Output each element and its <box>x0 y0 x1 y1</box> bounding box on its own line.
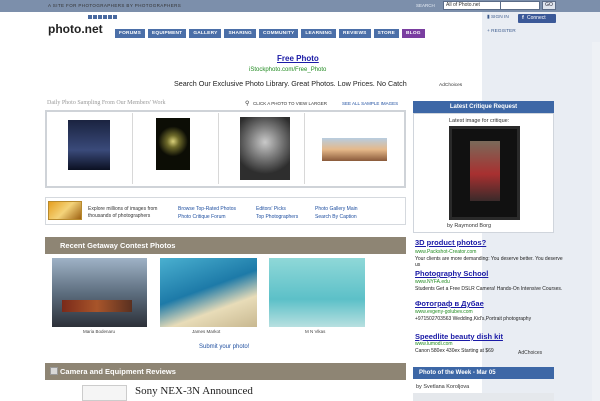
register-label: REGISTER <box>491 29 516 34</box>
critique-author[interactable]: by Raymond Borg <box>447 223 491 229</box>
editors-picks-link[interactable]: Editors' Picks <box>256 206 286 212</box>
camera-reviews-header: Camera and Equipment Reviews <box>45 363 406 380</box>
nav-community[interactable]: COMMUNITY <box>259 29 299 38</box>
search-input[interactable] <box>500 1 540 10</box>
text-ad-title[interactable]: Фотограф в Дубае <box>415 299 484 308</box>
getaway-caption: James Markot <box>192 329 221 334</box>
text-ad-url[interactable]: www.evgeny-golubev.com <box>415 309 473 315</box>
nav-learning[interactable]: LEARNING <box>301 29 337 38</box>
explore-image <box>48 201 82 220</box>
scrollbar[interactable] <box>592 42 600 401</box>
text-ad-url[interactable]: www.lumodi.com <box>415 341 453 347</box>
critique-forum-link[interactable]: Photo Critique Forum <box>178 214 226 220</box>
getaway-caption: Maria Bodenaru <box>83 329 116 334</box>
getaway-header: Recent Getaway Contest Photos <box>45 237 406 254</box>
daily-sampling-title: Daily Photo Sampling From Our Members' W… <box>47 100 166 106</box>
nav-reviews[interactable]: REVIEWS <box>339 29 371 38</box>
nav-store[interactable]: STORE <box>373 29 400 38</box>
site-logo[interactable]: photo.net <box>48 22 103 36</box>
search-caption-link[interactable]: Search By Caption <box>315 214 357 220</box>
search-label: SEARCH <box>416 3 435 8</box>
click-larger-hint: CLICK A PHOTO TO VIEW LARGER <box>253 101 328 106</box>
register-link[interactable]: + REGISTER <box>487 29 516 34</box>
see-all-samples-link[interactable]: SEE ALL SAMPLE IMAGES <box>342 101 398 106</box>
critique-photo[interactable] <box>449 126 520 220</box>
top-photographers-link[interactable]: Top Photographers <box>256 214 298 220</box>
gallery-photo[interactable] <box>240 117 290 180</box>
sign-in-label: SIGN IN <box>490 15 509 20</box>
logo-squares-icon <box>88 15 117 19</box>
getaway-photo[interactable] <box>160 258 257 327</box>
search-scope-value: All of Photo.net <box>446 2 480 8</box>
text-ad-title[interactable]: Speedlite beauty dish kit <box>415 332 503 341</box>
magnifier-icon: ⚲ <box>245 101 250 107</box>
tagline: A SITE FOR PHOTOGRAPHERS BY PHOTOGRAPHER… <box>48 3 182 8</box>
explore-text: Explore millions of images from thousand… <box>88 206 158 219</box>
nav-blog[interactable]: BLOG <box>402 29 425 38</box>
text-ad-url[interactable]: www.NYFA.edu <box>415 279 450 285</box>
go-button[interactable]: GO <box>542 1 556 10</box>
nav-equipment[interactable]: EQUIPMENT <box>148 29 187 38</box>
getaway-photo[interactable] <box>52 258 147 327</box>
article-title[interactable]: Sony NEX-3N Announced <box>135 385 253 397</box>
nav-sharing[interactable]: SHARING <box>224 29 256 38</box>
ad-url[interactable]: iStockphoto.com/Free_Photo <box>249 67 326 73</box>
sign-in-link[interactable]: ▮ SIGN IN <box>487 15 509 20</box>
getaway-caption: M N Vikas <box>305 329 326 334</box>
main-nav: FORUMS EQUIPMENT GALLERY SHARING COMMUNI… <box>115 29 425 38</box>
submit-photo-link[interactable]: Submit your photo! <box>199 344 249 350</box>
critique-header: Latest Critique Request <box>413 101 554 113</box>
text-ad-desc: Students Get a Free DSLR Camera! Hands-O… <box>415 286 563 292</box>
adchoices-label[interactable]: AdChoices <box>439 83 462 88</box>
gallery-photo[interactable] <box>322 138 387 161</box>
getaway-photo[interactable] <box>269 258 365 327</box>
adchoices-label[interactable]: AdChoices <box>518 350 542 356</box>
photo-of-week-strip <box>413 393 554 401</box>
gallery-photo[interactable] <box>68 120 110 170</box>
camera-icon <box>50 367 58 375</box>
facebook-icon: f <box>522 15 524 21</box>
critique-subtitle: Latest image for critique: <box>449 118 510 124</box>
text-ad-title[interactable]: 3D product photos? <box>415 238 486 247</box>
browse-top-rated-link[interactable]: Browse Top-Rated Photos <box>178 206 236 212</box>
gallery-main-link[interactable]: Photo Gallery Main <box>315 206 358 212</box>
nav-forums[interactable]: FORUMS <box>115 29 145 38</box>
text-ad-desc: Canon 580ex 430ex Starting at $69 <box>415 348 494 354</box>
photo-of-week-author[interactable]: by Svetlana Koroljova <box>416 384 469 390</box>
photo-of-week-header: Photo of the Week - Mar 05 <box>413 367 554 379</box>
text-ad-url[interactable]: www.Packshot-Creator.com <box>415 249 476 255</box>
ad-title-link[interactable]: Free Photo <box>277 54 319 63</box>
boats-shape <box>62 300 132 312</box>
text-ad-desc: +971502703563 Wedding,Kid's,Portrait pho… <box>415 316 532 322</box>
critique-figure <box>470 141 500 201</box>
ad-description: Search Our Exclusive Photo Library. Grea… <box>174 79 407 88</box>
article-thumbnail[interactable] <box>82 385 127 401</box>
gallery-photo[interactable] <box>156 118 190 170</box>
text-ad-desc: Your clients are more demanding: You des… <box>415 256 563 268</box>
text-ad-title[interactable]: Photography School <box>415 269 488 278</box>
nav-gallery[interactable]: GALLERY <box>189 29 222 38</box>
